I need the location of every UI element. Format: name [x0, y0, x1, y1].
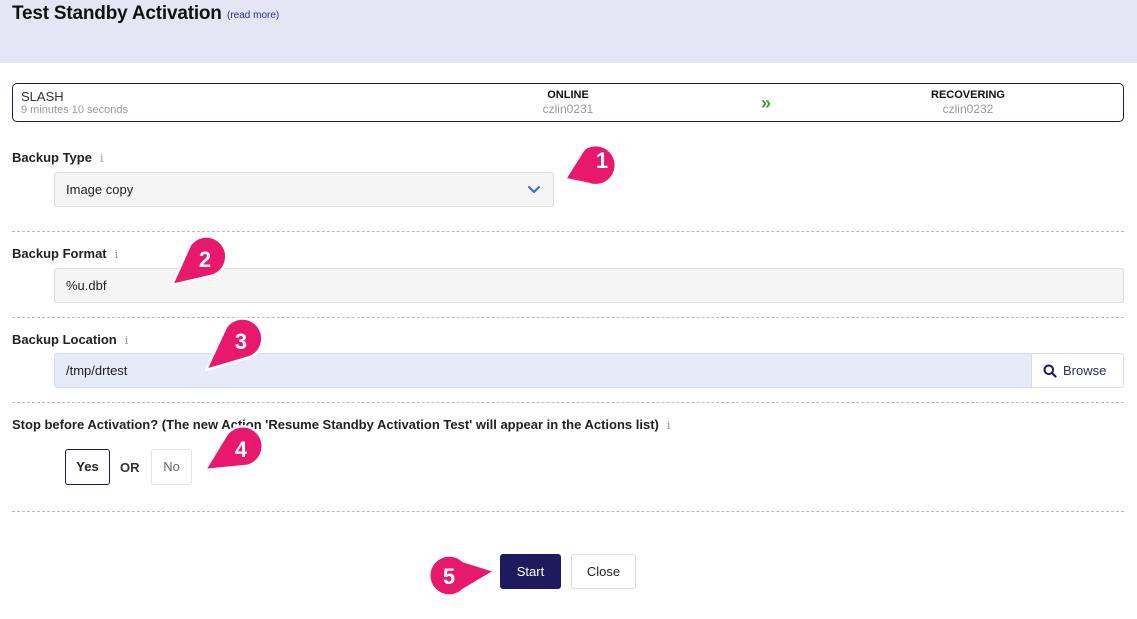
- page-title: Test Standby Activation: [12, 3, 222, 24]
- browse-label: Browse: [1063, 363, 1107, 378]
- primary-state: ONLINE: [547, 89, 589, 101]
- divider: [12, 317, 1124, 318]
- callout-4: 4: [203, 425, 264, 472]
- divider: [12, 231, 1124, 232]
- browse-button[interactable]: Browse: [1031, 353, 1124, 388]
- elapsed-time: 9 minutes 10 seconds: [21, 104, 129, 116]
- info-icon[interactable]: i: [667, 419, 671, 432]
- callout-number: 1: [596, 148, 608, 173]
- callout-5: 5: [427, 554, 497, 597]
- standby-state: RECOVERING: [931, 89, 1005, 101]
- yes-button[interactable]: Yes: [65, 449, 110, 485]
- start-button[interactable]: Start: [500, 554, 561, 589]
- backup-format-input[interactable]: %u.dbf: [54, 268, 1124, 303]
- backup-location-label: Backup Location i: [12, 332, 128, 347]
- backup-location-input[interactable]: /tmp/drtest: [54, 353, 1032, 388]
- callout-number: 5: [443, 564, 455, 589]
- read-more-link[interactable]: (read more): [227, 10, 279, 21]
- stop-before-label: Stop before Activation? (The new Action …: [12, 417, 670, 432]
- backup-format-label: Backup Format i: [12, 246, 118, 261]
- callout-1: 1: [563, 144, 617, 187]
- no-button[interactable]: No: [151, 449, 192, 485]
- backup-type-select[interactable]: Image copy: [54, 172, 554, 207]
- stop-before-label-text: Stop before Activation? (The new Action …: [12, 417, 659, 432]
- divider: [12, 511, 1124, 512]
- page-header: Test Standby Activation (read more): [0, 0, 1137, 63]
- callout-number: 4: [235, 437, 248, 462]
- standby-status: RECOVERING czlin0232: [898, 89, 1038, 116]
- backup-format-label-text: Backup Format: [12, 246, 107, 261]
- standby-host: czlin0232: [942, 102, 994, 116]
- or-separator: OR: [120, 460, 140, 475]
- search-icon: [1043, 364, 1057, 378]
- info-icon[interactable]: i: [100, 152, 104, 165]
- primary-host: czlin0231: [542, 102, 594, 116]
- double-chevron-right-icon: »: [761, 93, 772, 113]
- close-button[interactable]: Close: [571, 554, 636, 589]
- primary-status: ONLINE czlin0231: [498, 89, 638, 116]
- callout-number: 3: [235, 329, 247, 354]
- backup-type-label-text: Backup Type: [12, 150, 92, 165]
- info-icon[interactable]: i: [115, 248, 119, 261]
- backup-type-selected-value: Image copy: [66, 182, 134, 197]
- backup-location-label-text: Backup Location: [12, 332, 117, 347]
- chevron-down-icon: [528, 186, 540, 193]
- database-name: SLASH: [21, 89, 64, 104]
- divider: [12, 402, 1124, 403]
- info-icon[interactable]: i: [125, 334, 129, 347]
- backup-type-label: Backup Type i: [12, 150, 103, 165]
- database-status-panel: SLASH 9 minutes 10 seconds ONLINE czlin0…: [12, 83, 1124, 122]
